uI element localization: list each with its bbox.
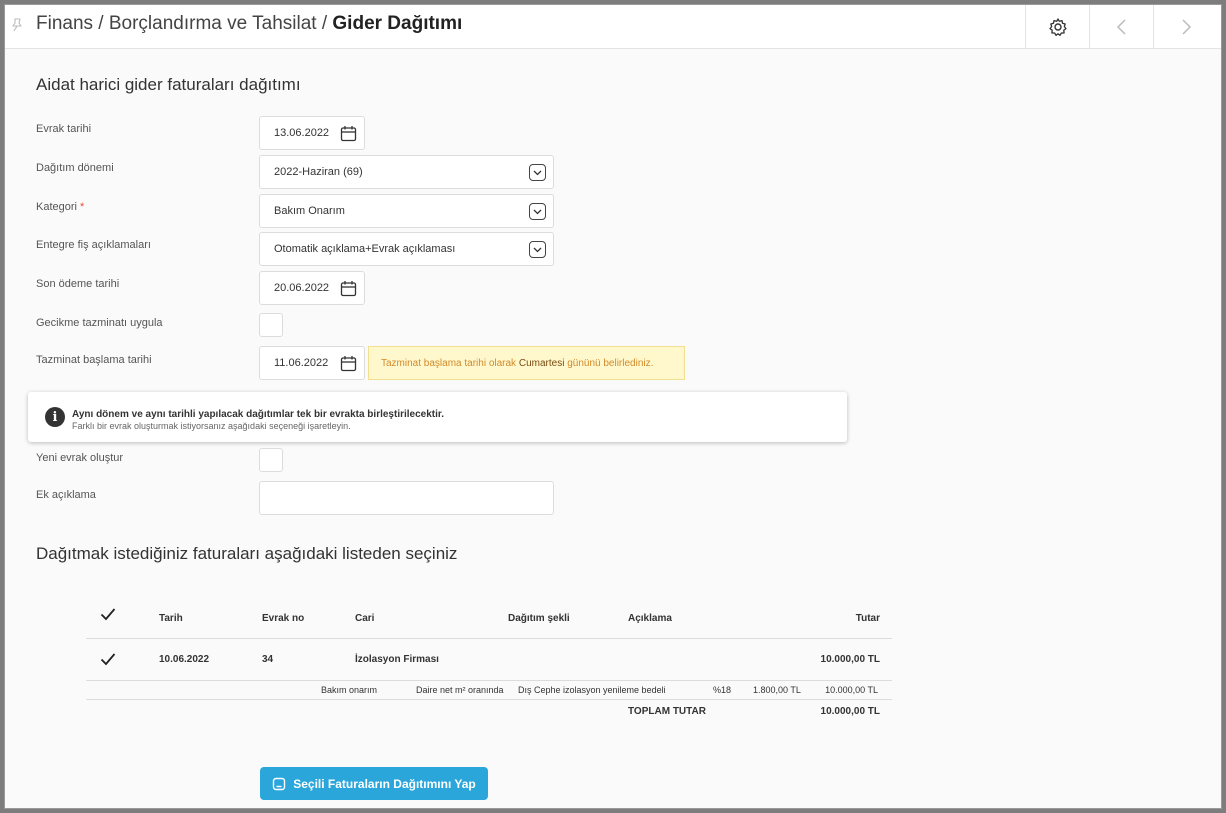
dagitim-donemi-select[interactable]: 2022-Haziran (69): [259, 155, 554, 189]
dagitim-donemi-label: Dağıtım dönemi: [36, 162, 114, 174]
invoice-table: Tarih Evrak no Cari Dağıtım şekli Açıkla…: [86, 595, 892, 721]
select-all-checkbox[interactable]: [97, 603, 119, 625]
dagitim-donemi-value: 2022-Haziran (69): [274, 166, 363, 178]
col-evrak-no: Evrak no: [262, 613, 305, 624]
pin-icon[interactable]: [9, 17, 25, 33]
chevron-down-icon: [529, 164, 546, 181]
tazminat-label: Tazminat başlama tarihi: [36, 354, 152, 366]
col-aciklama: Açıklama: [628, 613, 672, 624]
row-evrak-no: 34: [262, 654, 274, 665]
next-button[interactable]: [1153, 5, 1217, 48]
gear-icon: [1048, 17, 1067, 36]
entegre-value: Otomatik açıklama+Evrak açıklaması: [274, 243, 456, 255]
breadcrumb-path[interactable]: Finans / Borçlandırma ve Tahsilat /: [36, 13, 332, 34]
ek-aciklama-label: Ek açıklama: [36, 489, 96, 501]
info-box: i Aynı dönem ve aynı tarihli yapılacak d…: [28, 392, 847, 442]
tazminat-value: 11.06.2022: [274, 357, 329, 369]
info-line-1: Aynı dönem ve aynı tarihli yapılacak dağ…: [72, 409, 445, 420]
son-odeme-input[interactable]: 20.06.2022: [259, 271, 365, 305]
info-line-2: Farklı bir evrak oluşturmak istiyorsanız…: [72, 421, 351, 431]
calendar-icon[interactable]: [340, 125, 357, 142]
kategori-label-text: Kategori: [36, 201, 77, 213]
row-cari: İzolasyon Firması: [355, 654, 439, 665]
detail-kdv: %18: [713, 685, 732, 695]
yeni-evrak-checkbox[interactable]: [259, 448, 283, 472]
detail-aciklama: Dış Cephe izolasyon yenileme bedeli: [518, 685, 666, 695]
warning-text-post: gününü belirlediniz.: [567, 357, 654, 369]
detail-dagitim: Daire net m² oranında: [416, 685, 504, 695]
check-icon: [100, 653, 116, 666]
detail-kategori: Bakım onarım: [321, 685, 378, 695]
required-mark: *: [80, 201, 85, 213]
chevron-right-icon: [1181, 18, 1191, 35]
kategori-value: Bakım Onarım: [274, 205, 345, 217]
previous-button[interactable]: [1089, 5, 1153, 48]
list-title: Dağıtmak istediğiniz faturaları aşağıdak…: [36, 544, 458, 563]
chevron-left-icon: [1116, 18, 1126, 35]
kategori-label: Kategori *: [36, 201, 84, 213]
evrak-tarihi-value: 13.06.2022: [274, 127, 330, 139]
check-icon: [100, 608, 116, 621]
info-icon: i: [45, 407, 65, 427]
entegre-select[interactable]: Otomatik açıklama+Evrak açıklaması: [259, 232, 554, 266]
submit-button[interactable]: Seçili Faturaların Dağıtımını Yap: [260, 767, 488, 800]
col-cari: Cari: [355, 613, 375, 624]
calendar-icon[interactable]: [340, 280, 357, 297]
warning-text-pre: Tazminat başlama tarihi olarak: [381, 357, 517, 369]
col-tutar: Tutar: [855, 613, 880, 624]
col-tarih: Tarih: [159, 613, 183, 624]
warning-day: Cumartesi: [518, 357, 565, 369]
top-bar: Finans / Borçlandırma ve Tahsilat / Gide…: [5, 5, 1221, 49]
breadcrumb: Finans / Borçlandırma ve Tahsilat / Gide…: [36, 13, 462, 35]
gecikme-label: Gecikme tazminatı uygula: [36, 317, 163, 329]
submit-label: Seçili Faturaların Dağıtımını Yap: [293, 776, 476, 791]
col-dagitim-sekli: Dağıtım şekli: [508, 613, 570, 624]
gecikme-checkbox[interactable]: [259, 313, 283, 337]
detail-kdv-tutar: 1.800,00 TL: [753, 685, 801, 695]
row-tutar: 10.000,00 TL: [820, 654, 880, 665]
settings-button[interactable]: [1025, 5, 1089, 48]
app-window: Finans / Borçlandırma ve Tahsilat / Gide…: [4, 4, 1222, 809]
tazminat-input[interactable]: 11.06.2022: [259, 346, 365, 380]
chevron-down-icon: [529, 241, 546, 258]
son-odeme-value: 20.06.2022: [274, 282, 330, 294]
evrak-tarihi-label: Evrak tarihi: [36, 123, 92, 135]
row-checkbox[interactable]: [97, 648, 119, 670]
kategori-select[interactable]: Bakım Onarım: [259, 194, 554, 228]
divider: [86, 638, 892, 639]
ek-aciklama-input[interactable]: [259, 481, 554, 515]
tazminat-warning: Tazminat başlama tarihi olarak Cumartesi…: [368, 346, 685, 380]
detail-tutar: 10.000,00 TL: [825, 685, 878, 695]
son-odeme-label: Son ödeme tarihi: [36, 278, 120, 290]
divider: [86, 699, 892, 700]
total-label: TOPLAM TUTAR: [628, 706, 706, 717]
save-icon: [273, 777, 286, 790]
yeni-evrak-label: Yeni evrak oluştur: [36, 452, 124, 464]
divider: [86, 680, 892, 681]
entegre-label: Entegre fiş açıklamaları: [36, 239, 151, 251]
chevron-down-icon: [529, 203, 546, 220]
calendar-icon[interactable]: [340, 355, 357, 372]
evrak-tarihi-input[interactable]: 13.06.2022: [259, 116, 365, 150]
row-tarih: 10.06.2022: [159, 654, 210, 665]
total-value: 10.000,00 TL: [820, 706, 880, 717]
form-title: Aidat harici gider faturaları dağıtımı: [36, 75, 301, 94]
page-title: Gider Dağıtımı: [332, 13, 463, 34]
